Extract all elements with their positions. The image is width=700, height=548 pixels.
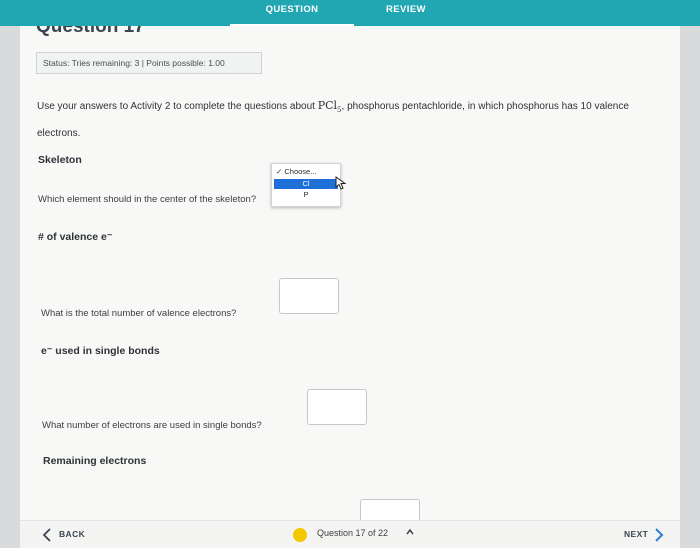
center-element-dropdown[interactable]: ✓ Choose... Cl P <box>271 163 341 207</box>
total-valence-question: What is the total number of valence elec… <box>41 308 237 319</box>
status-bar: Status: Tries remaining: 3 | Points poss… <box>36 52 262 74</box>
question-card: Question 17 Status: Tries remaining: 3 |… <box>20 26 680 520</box>
section-heading-remaining: Remaining electrons <box>43 455 147 467</box>
tab-question[interactable]: QUESTION <box>230 0 354 26</box>
section-heading-valence: # of valence e⁻ <box>38 231 113 243</box>
chevron-left-icon <box>42 528 51 542</box>
top-nav-bar: QUESTION REVIEW <box>0 0 700 26</box>
total-valence-input[interactable] <box>279 278 339 314</box>
question-title: Question 17 <box>36 26 145 37</box>
formula-main: PCl <box>317 99 338 112</box>
center-element-question: Which element should in the center of th… <box>38 194 257 205</box>
cursor-icon <box>335 176 347 190</box>
next-label: NEXT <box>624 529 649 539</box>
tab-review[interactable]: REVIEW <box>348 0 464 26</box>
dropdown-option-p[interactable]: P <box>274 190 338 200</box>
dropdown-option-choose[interactable]: ✓ Choose... <box>274 167 338 177</box>
remaining-electrons-input[interactable] <box>360 499 420 520</box>
question-counter[interactable]: Question 17 of 22 <box>317 528 388 538</box>
question-status-dot <box>293 528 307 542</box>
dropdown-option-cl[interactable]: Cl <box>274 179 338 189</box>
section-heading-skeleton: Skeleton <box>38 154 82 166</box>
chemical-formula: PCl5 <box>317 99 342 114</box>
section-heading-single-bonds: e⁻ used in single bonds <box>41 345 160 357</box>
question-prompt: Use your answers to Activity 2 to comple… <box>37 94 661 145</box>
chevron-up-icon[interactable] <box>405 527 415 537</box>
single-bond-electrons-question: What number of electrons are used in sin… <box>42 420 262 431</box>
prompt-text-before: Use your answers to Activity 2 to comple… <box>37 101 318 112</box>
back-label: BACK <box>59 529 86 539</box>
single-bond-electrons-input[interactable] <box>307 389 367 425</box>
chevron-right-icon <box>655 528 664 542</box>
footer-bar: BACK Question 17 of 22 NEXT <box>20 520 680 548</box>
